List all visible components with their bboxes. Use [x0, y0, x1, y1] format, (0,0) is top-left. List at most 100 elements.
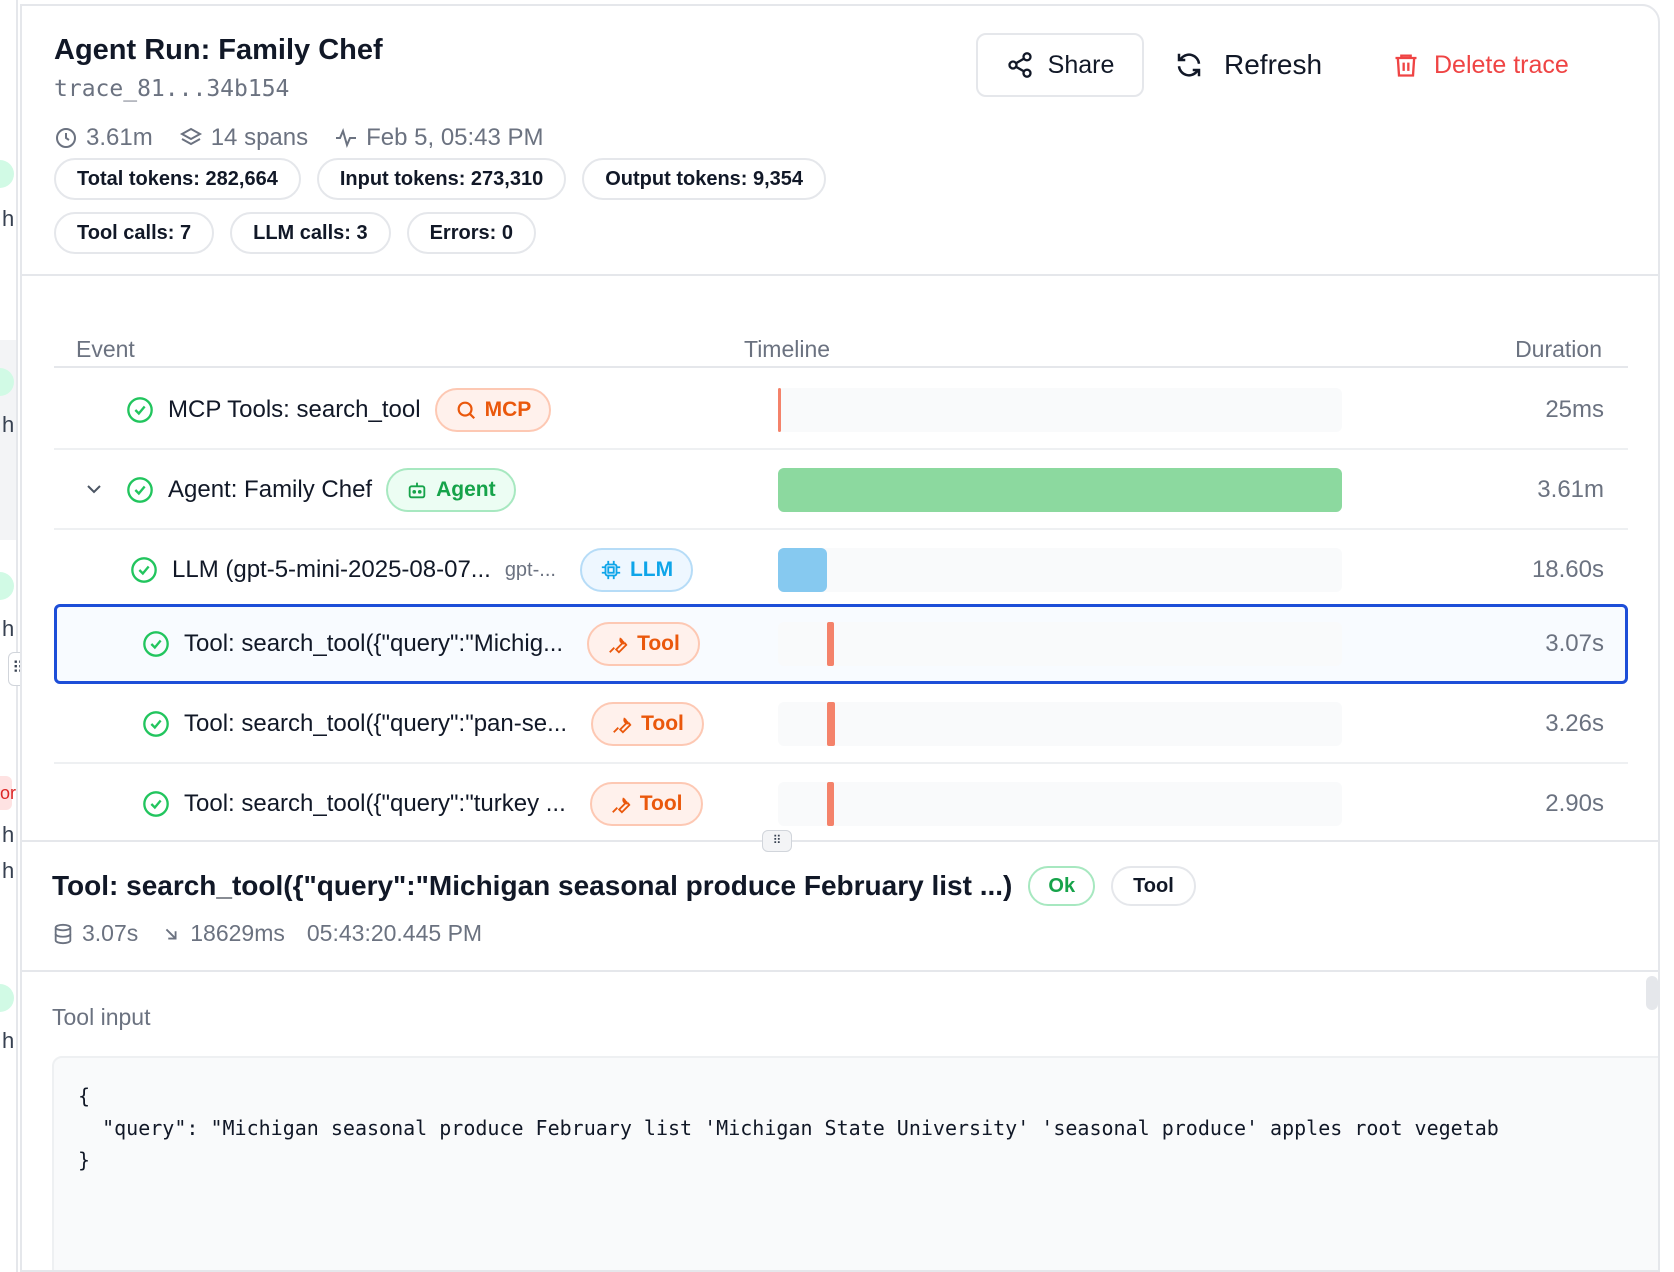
span-name-cell: Tool: search_tool({"query":"Michig... To… [142, 604, 700, 684]
tag-label: Tool [641, 712, 684, 735]
span-name: Tool: search_tool({"query":"pan-se... [184, 710, 568, 737]
tool-tag: Tool [591, 702, 704, 746]
rail-text: h [2, 206, 15, 231]
detail-scrollbar[interactable] [1646, 976, 1658, 1010]
output-tokens-chip: Output tokens: 9,354 [582, 158, 827, 200]
share-label: Share [1047, 50, 1115, 79]
token-stats: Total tokens: 282,664 Input tokens: 273,… [54, 158, 827, 200]
timeline-bar [778, 468, 1342, 512]
timeline-track [778, 782, 1342, 826]
tool-calls-chip: Tool calls: 7 [54, 212, 215, 254]
span-row[interactable]: MCP Tools: search_tool MCP 25ms [54, 370, 1628, 450]
timeline-track [778, 548, 1342, 592]
code-line: } [78, 1148, 91, 1172]
trace-detail-panel: Agent Run: Family Chef trace_81...34b154… [20, 4, 1660, 1272]
refresh-label: Refresh [1224, 49, 1323, 80]
rail-text: h [2, 616, 15, 641]
split-resize-handle[interactable]: ⠿ [762, 830, 792, 852]
span-name-cell: Tool: search_tool({"query":"pan-se... To… [142, 684, 704, 764]
wrench-icon [613, 717, 632, 734]
tag-label: LLM [629, 558, 674, 581]
timeline-track [778, 622, 1342, 666]
tag-label: Tool [637, 632, 680, 655]
activity-icon [336, 128, 357, 148]
tool-tag: Tool [589, 782, 703, 826]
span-name: MCP Tools: search_tool [168, 396, 421, 423]
spans-value: 14 spans [210, 124, 309, 151]
split-divider [22, 840, 1658, 842]
page-title: Agent Run: Family Chef [54, 34, 383, 66]
timeline-track [778, 388, 1342, 432]
agent-tag: Agent [386, 468, 516, 512]
tool-input-label: Tool input [52, 1004, 151, 1030]
chevron-down-icon[interactable] [82, 477, 106, 501]
duration-meta: 3.61m [54, 124, 153, 152]
header-divider [22, 274, 1658, 276]
span-duration: 2.90s [1545, 790, 1604, 817]
span-row-selected[interactable]: Tool: search_tool({"query":"Michig... To… [54, 604, 1628, 684]
arrow-down-right-icon [166, 928, 177, 939]
span-row[interactable]: Tool: search_tool({"query":"pan-se... To… [54, 684, 1628, 764]
detail-title: Tool: search_tool({"query":"Michigan sea… [52, 870, 1013, 901]
rail-status-dot [0, 984, 14, 1012]
type-badge: Tool [1111, 866, 1196, 906]
span-name-cell: LLM (gpt-5-mini-2025-08-07... gpt-... LL… [130, 530, 694, 610]
span-row[interactable]: Tool: search_tool({"query":"turkey ... T… [54, 764, 1628, 844]
model-name: gpt-... [504, 558, 556, 581]
span-duration: 18.60s [1531, 556, 1604, 583]
column-timeline: Timeline [744, 336, 831, 362]
rail-text: h [2, 1028, 15, 1053]
rail-text: h [2, 858, 15, 883]
code-line: { [78, 1084, 91, 1108]
delete-label: Delete trace [1434, 50, 1569, 79]
column-duration: Duration [1515, 336, 1602, 362]
share-icon [1007, 52, 1032, 78]
delete-trace-button[interactable]: Delete trace [1392, 33, 1569, 97]
tool-input-code: { "query": "Michigan seasonal produce Fe… [52, 1056, 1658, 1270]
rail-error-badge: or [0, 776, 16, 810]
date-value: Feb 5, 05:43 PM [366, 124, 544, 151]
detail-offset-value: 18629ms [190, 920, 285, 946]
date-meta: Feb 5, 05:43 PM [334, 124, 544, 152]
llm-calls-chip: LLM calls: 3 [230, 212, 391, 254]
timeline-track [778, 702, 1342, 746]
tag-label: MCP [484, 398, 532, 421]
span-name: LLM (gpt-5-mini-2025-08-07... [172, 556, 491, 583]
detail-duration-value: 3.07s [82, 920, 139, 946]
span-name: Agent: Family Chef [168, 476, 373, 503]
refresh-icon [1177, 53, 1201, 77]
wrench-icon [611, 797, 631, 814]
span-duration: 3.61m [1537, 476, 1604, 503]
clock-icon [56, 128, 76, 148]
refresh-button[interactable]: Refresh [1174, 33, 1322, 97]
layers-icon [179, 127, 202, 146]
timeline-bar [826, 782, 834, 826]
timeline-bar [826, 702, 835, 746]
code-line: "query": "Michigan seasonal produce Febr… [78, 1116, 1499, 1140]
errors-chip: Errors: 0 [406, 212, 536, 254]
timeline-bar [778, 388, 781, 432]
span-name-cell: Agent: Family Chef Agent [126, 450, 516, 530]
timeline-bar [826, 622, 835, 666]
detail-divider [22, 970, 1658, 972]
rail-text: h [2, 412, 15, 437]
database-icon [54, 923, 72, 944]
call-stats: Tool calls: 7 LLM calls: 3 Errors: 0 [54, 212, 536, 254]
span-row[interactable]: LLM (gpt-5-mini-2025-08-07... gpt-... LL… [54, 530, 1628, 610]
mcp-tag: MCP [434, 388, 552, 432]
span-duration: 25ms [1545, 396, 1604, 423]
duration-value: 3.61m [86, 124, 153, 151]
total-tokens-chip: Total tokens: 282,664 [54, 158, 301, 200]
span-row[interactable]: Agent: Family Chef Agent 3.61m [54, 450, 1628, 530]
adjacent-panel-edge: h h h or h h h [0, 0, 18, 1272]
trace-id: trace_81...34b154 [54, 76, 290, 102]
share-button[interactable]: Share [976, 33, 1144, 97]
rail-text: h [2, 822, 15, 847]
rail-status-dot [0, 572, 14, 600]
span-duration: 3.26s [1545, 710, 1604, 737]
detail-meta: 3.07s 18629ms 05:43:20.445 PM [52, 920, 482, 947]
llm-tag: LLM [579, 548, 694, 592]
timeline-bar [778, 548, 827, 592]
bot-icon [408, 482, 426, 499]
span-duration: 3.07s [1545, 630, 1604, 657]
